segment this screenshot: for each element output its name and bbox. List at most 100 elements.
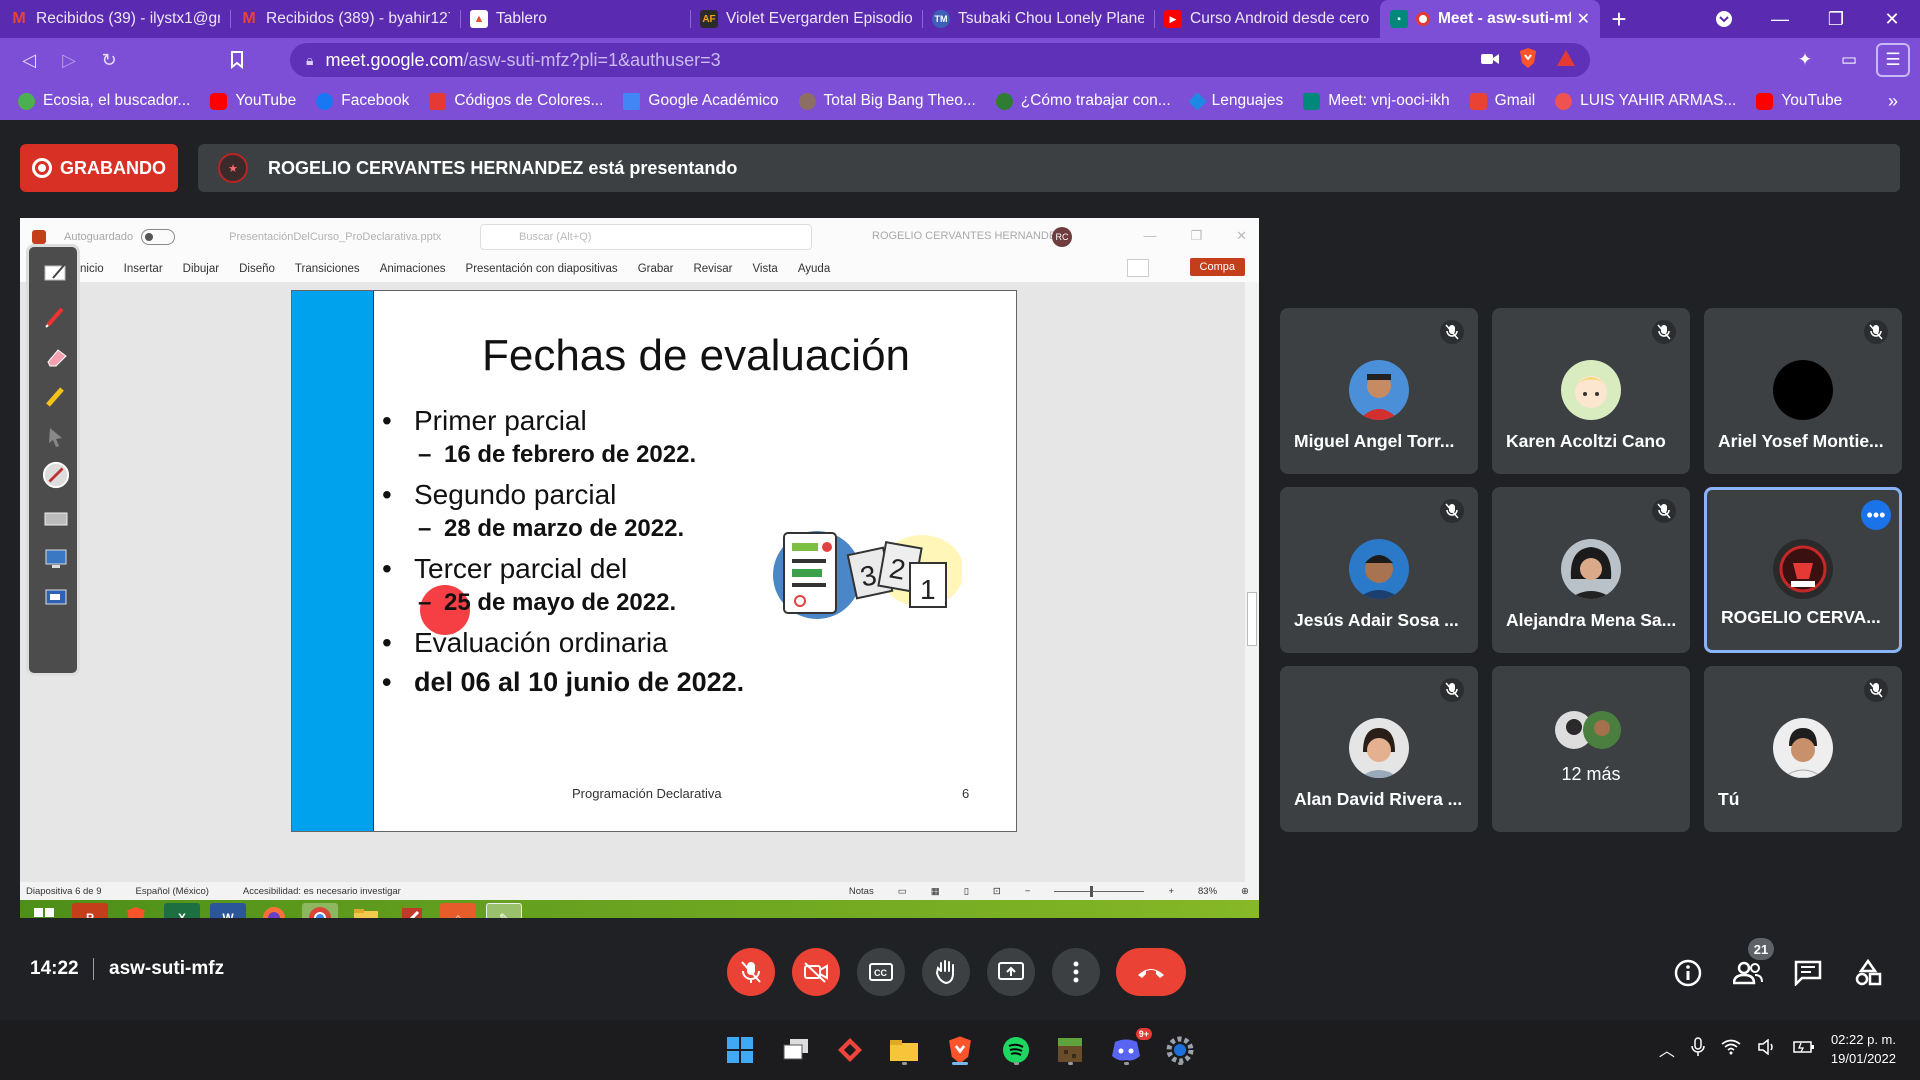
zoom-in-icon[interactable]: + [1168,886,1174,897]
zoom-level[interactable]: 83% [1198,886,1217,897]
display-icon[interactable] [42,585,70,613]
wallet-icon[interactable]: ▭ [1832,43,1866,77]
screen-capture-icon[interactable] [42,545,70,573]
tab-meet[interactable]: ▪ Meet - asw-suti-mfz ✕ [1380,0,1600,38]
reload-button[interactable]: ↻ [92,43,126,77]
system-clock[interactable]: 02:22 p. m. 19/01/2022 [1831,1030,1896,1068]
file-explorer-icon[interactable] [886,1032,922,1068]
office-app-icon[interactable]: ⌂ [440,903,476,918]
participant-tile-active-speaker[interactable]: ••• ROGELIO CERVA... [1704,487,1902,653]
eraser-icon[interactable] [42,343,70,371]
activities-icon[interactable] [1853,958,1883,988]
extensions-icon[interactable]: ✦ [1788,43,1822,77]
address-bar[interactable]: 🔒︎ meet.google.com/asw-suti-mfz?pli=1&au… [290,43,1590,77]
more-participants-tile[interactable]: 12 más [1492,666,1690,832]
powerpoint-app-icon[interactable]: P [72,903,108,918]
tab-gmail-2[interactable]: M Recibidos (389) - byahir127 [230,0,460,38]
ppt-restore[interactable]: ❐ [1190,228,1202,244]
excel-app-icon[interactable]: X [164,903,200,918]
minecraft-icon[interactable] [1052,1032,1088,1068]
bookmark-youtube-2[interactable]: YouTube [1756,92,1842,110]
microphone-icon[interactable] [1691,1036,1705,1062]
tab-tsubaki[interactable]: TM Tsubaki Chou Lonely Planet [922,0,1154,38]
bookmark-como-trabajar[interactable]: ¿Cómo trabajar con... [995,92,1171,110]
bookmark-icon[interactable] [220,43,254,77]
restore-button[interactable]: ❐ [1808,0,1864,38]
meeting-code[interactable]: asw-suti-mfz [109,958,224,980]
explorer-app-icon[interactable] [348,903,384,918]
ppt-minimize[interactable]: — [1143,228,1156,244]
tab-search-icon[interactable] [1696,0,1752,38]
camera-toggle-button[interactable] [792,948,840,996]
ribbon-tab-dibujar[interactable]: Dibujar [183,263,219,275]
participant-tile[interactable]: Miguel Angel Torr... [1280,308,1478,474]
share-button[interactable]: Compa [1189,258,1245,276]
more-bookmarks-icon[interactable]: » [1888,91,1898,112]
accessibility-status[interactable]: Accesibilidad: es necesario investigar [243,886,401,897]
tab-curso-android[interactable]: ▶ Curso Android desde cero [1154,0,1380,38]
pointer-icon[interactable] [42,423,70,451]
participant-tile[interactable]: Alejandra Mena Sa... [1492,487,1690,653]
ppt-close[interactable]: ✕ [1236,228,1247,244]
captions-button[interactable]: CC [857,948,905,996]
laser-tool-icon[interactable] [42,461,70,489]
tab-violet-evergarden[interactable]: AF Violet Evergarden Episodio [690,0,922,38]
close-tab-icon[interactable]: ✕ [1571,9,1590,29]
more-options-icon[interactable]: ••• [1861,500,1891,530]
bookmark-meet[interactable]: Meet: vnj-ooci-ikh [1303,92,1450,110]
meeting-details-icon[interactable] [1673,958,1703,988]
bookmark-ecosia[interactable]: Ecosia, el buscador... [18,92,190,110]
whiteboard-app-icon[interactable]: ✎ [486,903,522,918]
present-screen-button[interactable] [987,948,1035,996]
snipping-app-icon[interactable] [394,903,430,918]
bookmark-facebook[interactable]: Facebook [316,92,409,110]
camera-indicator-icon[interactable] [1480,50,1500,71]
chat-icon[interactable] [1793,958,1823,988]
word-app-icon[interactable]: W [210,903,246,918]
brave-taskbar-icon[interactable] [942,1032,978,1068]
ribbon-tab-grabar[interactable]: Grabar [638,263,674,275]
battery-icon[interactable] [1793,1040,1815,1059]
autosave-toggle[interactable] [141,229,176,245]
normal-view-icon[interactable]: ▭ [898,886,907,897]
ppt-user-avatar[interactable]: RC [1052,227,1072,247]
ribbon-tab-insertar[interactable]: Insertar [124,263,163,275]
chrome-app-icon[interactable] [302,903,338,918]
raise-hand-button[interactable] [922,948,970,996]
minimize-button[interactable]: — [1752,0,1808,38]
self-tile[interactable]: Tú [1704,666,1902,832]
ribbon-tab-transiciones[interactable]: Transiciones [295,263,360,275]
close-window-button[interactable]: ✕ [1864,0,1920,38]
red-pen-icon[interactable] [42,303,70,331]
sorter-view-icon[interactable]: ▦ [931,886,940,897]
brave-app-icon[interactable] [118,903,154,918]
bookmark-youtube[interactable]: YouTube [210,92,296,110]
bookmark-luis-yahir[interactable]: LUIS YAHIR ARMAS... [1555,92,1736,110]
keyboard-icon[interactable] [42,505,70,533]
participant-tile[interactable]: Karen Acoltzi Cano [1492,308,1690,474]
participant-tile[interactable]: Alan David Rivera ... [1280,666,1478,832]
more-options-button[interactable] [1052,948,1100,996]
brave-shield-icon[interactable] [1518,47,1538,74]
brave-rewards-icon[interactable] [1556,49,1576,72]
mic-toggle-button[interactable] [727,948,775,996]
highlighter-icon[interactable] [42,383,70,411]
bookmark-google-academico[interactable]: Google Académico [623,92,779,110]
firefox-app-icon[interactable] [256,903,292,918]
ribbon-tab-revisar[interactable]: Revisar [693,263,732,275]
discord-icon[interactable]: 9+ [1108,1028,1152,1068]
notes-button[interactable]: Notas [849,886,874,897]
zoom-slider[interactable] [1054,885,1145,897]
reading-view-icon[interactable]: ▯ [964,886,969,897]
wifi-icon[interactable] [1721,1039,1741,1060]
ribbon-tab-presentacion[interactable]: Presentación con diapositivas [466,263,618,275]
start-button[interactable] [722,1032,758,1068]
comments-icon[interactable] [1127,259,1149,277]
ribbon-tab-vista[interactable]: Vista [752,263,777,275]
bookmark-lenguajes[interactable]: Lenguajes [1187,91,1283,111]
ribbon-tab-diseno[interactable]: Diseño [239,263,275,275]
recording-badge[interactable]: GRABANDO [20,144,178,192]
participant-tile[interactable]: Ariel Yosef Montie... [1704,308,1902,474]
ribbon-tab-ayuda[interactable]: Ayuda [798,263,830,275]
forward-button[interactable]: ▷ [52,43,86,77]
